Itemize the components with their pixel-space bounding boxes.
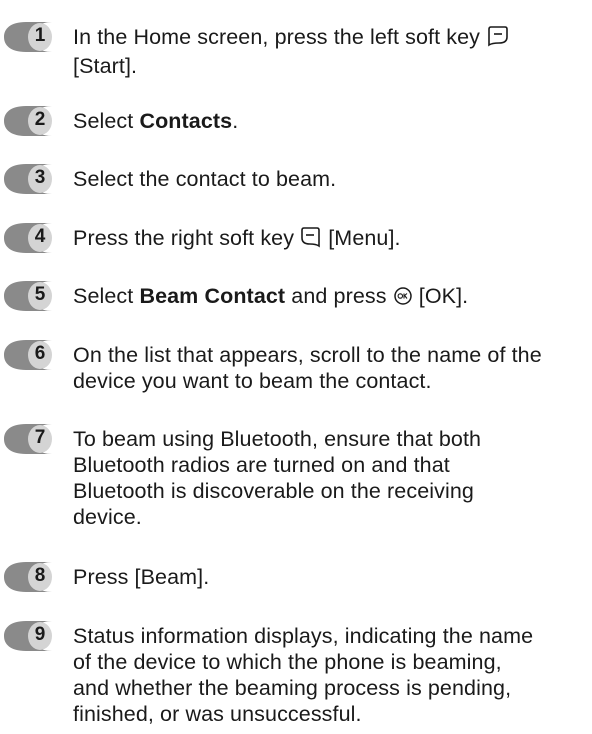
step-number-badge: 9 [2, 619, 58, 653]
step-number: 9 [34, 624, 46, 645]
step-number: 7 [34, 427, 46, 448]
step-text: Status information displays, indicating … [73, 624, 534, 726]
step-number-badge: 3 [2, 162, 58, 196]
step-number: 1 [34, 25, 46, 46]
menu-item-label: Contacts [139, 109, 233, 133]
step-text: Select Beam Contact and press [OK]. [73, 283, 573, 312]
step-number: 4 [34, 226, 46, 247]
step-number-badge: 6 [2, 338, 58, 372]
step-text: On the list that appears, scroll to the … [73, 343, 542, 393]
ok-key-icon [393, 286, 413, 312]
step-number: 5 [34, 284, 46, 305]
step-number-badge: 7 [2, 422, 58, 456]
left-soft-key-icon [486, 25, 510, 53]
step-text: Select Contacts. [73, 109, 239, 133]
step-text: To beam using Bluetooth, ensure that bot… [73, 427, 482, 529]
right-soft-key-icon [300, 226, 322, 254]
step-text: Select the contact to beam. [73, 167, 337, 191]
step-text: Press the right soft key [Menu]. [73, 225, 573, 254]
step-number: 3 [34, 167, 46, 188]
step-number-badge: 5 [2, 279, 58, 313]
step-text: Press [Beam]. [73, 565, 210, 589]
menu-item-label: Beam Contact [139, 284, 286, 308]
step-number: 6 [34, 343, 46, 364]
step-number-badge: 2 [2, 104, 58, 138]
step-number-badge: 8 [2, 560, 58, 594]
step-number-badge: 4 [2, 221, 58, 255]
step-number: 8 [34, 565, 46, 586]
step-number: 2 [34, 109, 46, 130]
step-number-badge: 1 [2, 20, 58, 54]
step-text: In the Home screen, press the left soft … [73, 24, 573, 79]
